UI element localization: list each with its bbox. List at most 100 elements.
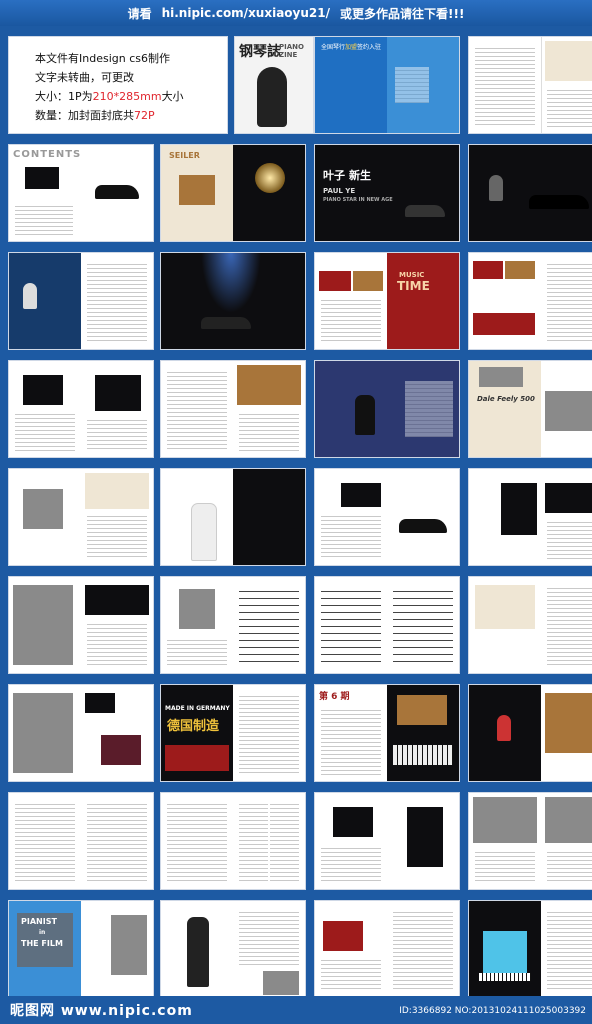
paul-ye-sub: PIANO STAR IN NEW AGE — [323, 197, 393, 203]
spread-r4c2[interactable] — [160, 360, 306, 458]
spread-r9c4[interactable] — [468, 900, 592, 998]
time-word: TIME — [397, 279, 430, 293]
text-block — [239, 411, 299, 451]
seiler-spread[interactable]: SEILER — [160, 144, 306, 242]
spread-r8c2[interactable] — [160, 792, 306, 890]
text-block — [547, 909, 592, 991]
portrait-photo — [13, 693, 73, 773]
spread-r9c3[interactable] — [314, 900, 460, 998]
paul-ye-spread[interactable]: 叶子 新生 PAUL YE PIANO STAR IN NEW AGE — [314, 144, 460, 242]
guide-spread[interactable]: 全国琴行加盟签约入驻 — [314, 36, 460, 134]
pianist-photo — [95, 375, 141, 411]
stage-photo — [469, 145, 592, 241]
event-photo — [353, 271, 383, 291]
piano-photo — [545, 41, 592, 81]
event-photo — [505, 261, 535, 279]
text-block — [321, 845, 381, 883]
spread-r7c1[interactable] — [8, 684, 154, 782]
spread-r7c4[interactable] — [468, 684, 592, 782]
text-block — [475, 849, 535, 883]
guide-left-page: 全国琴行加盟签约入驻 — [315, 37, 387, 133]
spread-r2c4[interactable] — [468, 144, 592, 242]
text-block — [321, 297, 381, 343]
back-cover — [469, 901, 541, 997]
spread-r7c3[interactable]: 第 6 期 — [314, 684, 460, 782]
text-block — [87, 801, 147, 883]
text-block — [239, 693, 299, 775]
guide-title: 全国琴行加盟签约入驻 — [321, 44, 382, 51]
performer — [489, 175, 503, 201]
spread-r6c3[interactable] — [314, 576, 460, 674]
spread-grid: 本文件有Indesign cs6制作 文字未转曲，可更改 大小：1P为210*2… — [8, 36, 592, 998]
spread-r6c2[interactable] — [160, 576, 306, 674]
portrait-photo — [13, 585, 73, 665]
dale-spread[interactable]: Dale Feely 500 — [468, 360, 592, 458]
event-photo — [473, 261, 503, 279]
contents-photo — [25, 167, 59, 189]
issue-label: 第 6 期 — [319, 692, 350, 702]
text-block — [87, 513, 147, 559]
spread-r8c3[interactable] — [314, 792, 460, 890]
magazine-title: 钢琴誌 — [239, 44, 281, 60]
sheet-music — [321, 585, 381, 667]
spread-r5c1[interactable] — [8, 468, 154, 566]
contents-spread[interactable]: CONTENTS — [8, 144, 154, 242]
upright-piano — [101, 735, 141, 765]
cover-spread[interactable]: 钢琴誌 PIANO ZINE — [234, 36, 314, 134]
portrait-photo — [179, 589, 215, 629]
pianist-word: PIANIST — [21, 917, 57, 926]
photo — [323, 921, 363, 951]
spread-r5c3[interactable] — [314, 468, 460, 566]
spread-r6c4[interactable] — [468, 576, 592, 674]
portrait-photo — [333, 807, 373, 837]
text-block — [547, 585, 592, 667]
city-photo — [85, 473, 149, 509]
text-block — [547, 261, 592, 343]
spread-r9c2[interactable] — [160, 900, 306, 998]
info-line-software: 本文件有Indesign cs6制作 — [35, 52, 170, 65]
banner-url-link[interactable]: hi.nipic.com/xuxiaoyu21/ — [162, 6, 330, 20]
portrait-photo — [23, 375, 63, 405]
text-block — [239, 909, 299, 967]
made-in-germany-en: MADE IN GERMANY — [165, 705, 230, 712]
spread-r8c4[interactable] — [468, 792, 592, 890]
text-block — [87, 621, 147, 667]
room-photo — [545, 693, 592, 753]
text-block — [547, 519, 592, 559]
spread-r5c4[interactable] — [468, 468, 592, 566]
spread-r6c1[interactable] — [8, 576, 154, 674]
spread-r3c1[interactable] — [8, 252, 154, 350]
in-word: in — [39, 929, 46, 936]
made-in-germany-cn: 德国制造 — [167, 719, 220, 734]
contents-list — [15, 203, 73, 235]
spread-r3c4[interactable] — [468, 252, 592, 350]
made-in-germany-spread[interactable]: MADE IN GERMANY 德国制造 — [160, 684, 306, 782]
text-block — [475, 45, 535, 127]
spread-r4c3[interactable] — [314, 360, 460, 458]
grand-piano — [201, 317, 251, 329]
pianist-film-spread[interactable]: PIANIST in THE FILM — [8, 900, 154, 998]
text-block — [547, 849, 592, 883]
photo — [263, 971, 299, 995]
spread-r8c1[interactable] — [8, 792, 154, 890]
sheet-music — [239, 585, 299, 667]
nipic-logo: 昵图网 www.nipic.com — [10, 1003, 193, 1019]
dale-title: Dale Feely 500 — [477, 395, 535, 403]
spread-r3c2[interactable] — [160, 252, 306, 350]
text-block — [239, 801, 299, 883]
spread-r1c4[interactable] — [468, 36, 592, 134]
info-line-size: 大小：1P为210*285mm大小 — [35, 90, 184, 103]
spread-r5c2[interactable] — [160, 468, 306, 566]
paul-ye-cn2: 新生 — [349, 169, 371, 182]
text-block — [87, 261, 147, 343]
vintage-photo — [545, 391, 592, 431]
seiler-brand: SEILER — [169, 151, 200, 160]
spread-r4c1[interactable] — [8, 360, 154, 458]
file-info-box: 本文件有Indesign cs6制作 文字未转曲，可更改 大小：1P为210*2… — [8, 36, 228, 134]
music-time-spread[interactable]: MUSIC TIME — [314, 252, 460, 350]
text-block — [321, 957, 381, 991]
guide-right-page — [387, 37, 459, 133]
piano-closeup — [233, 469, 305, 565]
piano-photo — [95, 185, 139, 199]
event-photo — [473, 313, 535, 335]
